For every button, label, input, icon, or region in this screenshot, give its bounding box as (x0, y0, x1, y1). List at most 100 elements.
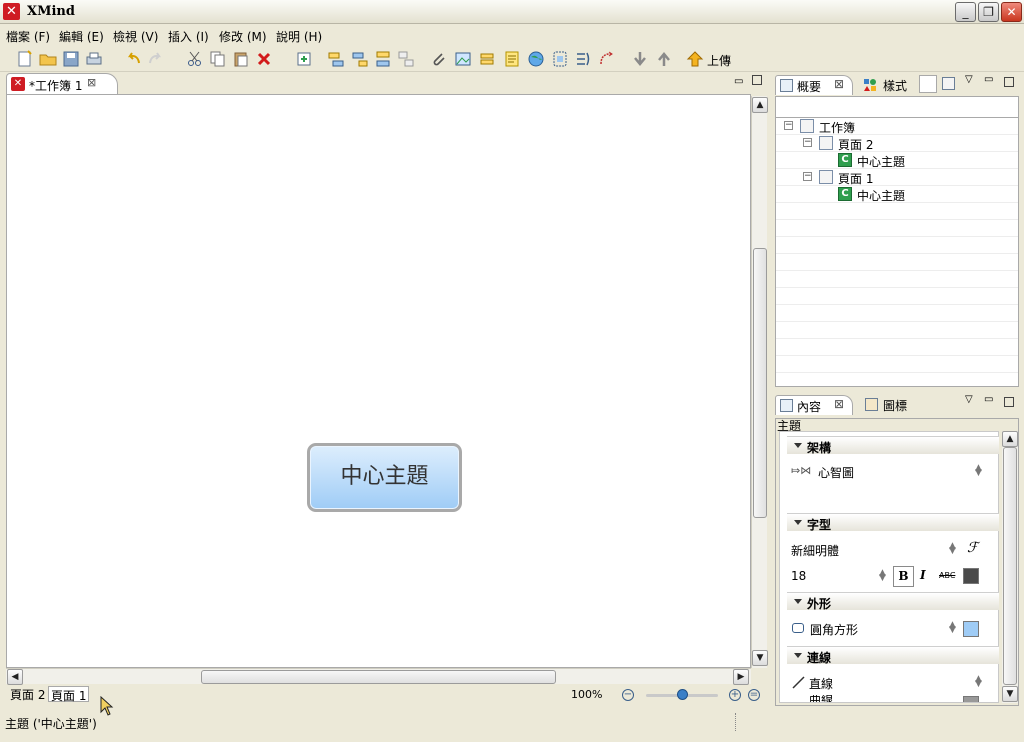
cut-icon[interactable] (186, 50, 204, 68)
tree-row[interactable]: C 中心主題 (776, 186, 1018, 203)
boundary-icon[interactable] (551, 50, 569, 68)
redo-icon[interactable] (147, 50, 165, 68)
close-outline-icon[interactable]: ⊠ (834, 77, 844, 91)
italic-button[interactable]: I (920, 568, 926, 582)
font-size-spinner-icon[interactable]: ▲ ▼ (879, 569, 886, 583)
section-structure[interactable]: 架構 (787, 436, 999, 455)
tree-row[interactable]: − 頁面 2 (776, 135, 1018, 152)
new-icon[interactable] (16, 50, 34, 68)
notes-icon[interactable] (503, 50, 521, 68)
undo-icon[interactable] (124, 50, 142, 68)
insert-parent-icon[interactable] (374, 50, 392, 68)
zoom-slider-handle[interactable] (677, 689, 688, 700)
drill-down-icon[interactable] (631, 50, 649, 68)
tree-view-icon[interactable] (942, 77, 955, 90)
relationship-icon[interactable] (598, 50, 616, 68)
collapse-icon[interactable]: − (784, 121, 793, 130)
hyperlink-globe-icon[interactable] (527, 50, 545, 68)
close-properties-icon[interactable]: ⊠ (834, 397, 844, 411)
font-family-spinner-icon[interactable]: ▲ ▼ (949, 542, 956, 556)
structure-row[interactable]: ⤇⋈ 心智圖 ▲ ▼ (787, 463, 999, 481)
label-icon[interactable] (478, 50, 496, 68)
font-color-swatch[interactable] (963, 568, 979, 584)
image-icon[interactable] (454, 50, 472, 68)
attachment-icon[interactable] (430, 50, 448, 68)
floating-topic-icon[interactable] (397, 50, 415, 68)
properties-scrollbar[interactable]: ▲ ▼ (1002, 431, 1018, 703)
tree-row[interactable]: − 工作簿 (776, 118, 1018, 135)
tab-styles[interactable]: 樣式 (861, 75, 921, 95)
menu-help[interactable]: 說明 (H) (276, 28, 322, 45)
font-dialog-button[interactable]: ℱ (967, 540, 978, 556)
scroll-down-icon[interactable]: ▼ (1002, 686, 1018, 702)
minimize-view-icon[interactable]: ▭ (734, 76, 743, 87)
section-shape[interactable]: 外形 (787, 592, 999, 611)
maximize-properties-icon[interactable] (1004, 397, 1014, 407)
editor-tab-workbook[interactable]: ✕ *工作簿 1 ⊠ (6, 73, 118, 94)
horizontal-scroll-thumb[interactable] (201, 670, 556, 684)
close-button[interactable]: ✕ (1001, 2, 1022, 22)
scroll-down-icon[interactable]: ▼ (752, 650, 768, 666)
font-size-value[interactable]: 18 (791, 569, 806, 583)
zoom-in-icon[interactable]: + (729, 689, 741, 701)
line-color-swatch[interactable] (963, 696, 979, 702)
close-tab-icon[interactable]: ⊠ (87, 76, 96, 89)
scroll-left-icon[interactable]: ◀ (7, 669, 23, 685)
maximize-outline-icon[interactable] (1004, 77, 1014, 87)
view-menu-icon[interactable]: ▽ (965, 394, 973, 405)
line-row[interactable]: 直線 ▲ ▼ (787, 674, 999, 692)
zoom-out-icon[interactable]: − (622, 689, 634, 701)
bold-button[interactable]: B (893, 566, 914, 587)
view-menu-icon[interactable]: ▽ (965, 74, 973, 85)
central-topic-node[interactable]: 中心主題 (307, 443, 462, 512)
sheet-tab-page-2[interactable]: 頁面 2 (8, 686, 47, 702)
tab-outline[interactable]: 概要 ⊠ (775, 75, 853, 95)
maximize-view-icon[interactable] (752, 75, 762, 85)
outline-view-icon[interactable] (919, 75, 937, 93)
scroll-up-icon[interactable]: ▲ (1002, 431, 1018, 447)
structure-spinner-icon[interactable]: ▲ ▼ (975, 464, 982, 478)
minimize-outline-icon[interactable]: ▭ (984, 74, 993, 85)
shape-spinner-icon[interactable]: ▲ ▼ (949, 621, 956, 635)
strikethrough-button[interactable]: ABC (939, 571, 955, 580)
topic-properties-icon[interactable] (295, 50, 313, 68)
vertical-scrollbar[interactable]: ▲ ▼ (751, 96, 768, 668)
menu-file[interactable]: 檔案 (F) (6, 28, 50, 45)
section-line[interactable]: 連線 (787, 646, 999, 665)
copy-icon[interactable] (209, 50, 227, 68)
open-folder-icon[interactable] (39, 50, 57, 68)
properties-scroll-thumb[interactable] (1003, 447, 1017, 685)
menu-view[interactable]: 檢視 (V) (113, 28, 158, 45)
font-family-row[interactable]: 新細明體 ▲ ▼ ℱ (787, 540, 999, 559)
tab-properties[interactable]: 內容 ⊠ (775, 395, 853, 415)
minimize-properties-icon[interactable]: ▭ (984, 394, 993, 405)
insert-subtopic-icon[interactable] (351, 50, 369, 68)
menu-edit[interactable]: 編輯 (E) (59, 28, 104, 45)
horizontal-scrollbar[interactable]: ◀ ▶ (6, 668, 751, 685)
zoom-reset-icon[interactable]: = (748, 689, 760, 701)
restore-button[interactable]: ❐ (978, 2, 999, 22)
collapse-icon[interactable]: − (803, 138, 812, 147)
menu-insert[interactable]: 插入 (I) (168, 28, 209, 45)
menu-modify[interactable]: 修改 (M) (219, 28, 267, 45)
vertical-scroll-thumb[interactable] (753, 248, 767, 518)
summary-icon[interactable] (574, 50, 592, 68)
scroll-up-icon[interactable]: ▲ (752, 97, 768, 113)
sheet-tab-page-1[interactable]: 頁面 1 (48, 686, 90, 703)
delete-icon[interactable] (255, 50, 273, 68)
upload-button[interactable]: 上傳 (707, 52, 731, 69)
upload-icon[interactable] (686, 50, 704, 68)
tree-row[interactable]: C 中心主題 (776, 152, 1018, 169)
fill-color-swatch[interactable] (963, 621, 979, 637)
collapse-icon[interactable]: − (803, 172, 812, 181)
drill-up-icon[interactable] (655, 50, 673, 68)
section-font[interactable]: 字型 (787, 513, 999, 532)
insert-topic-icon[interactable] (327, 50, 345, 68)
minimize-button[interactable]: _ (955, 2, 976, 22)
mind-map-canvas[interactable]: 中心主題 (6, 94, 751, 668)
print-icon[interactable] (85, 50, 103, 68)
paste-icon[interactable] (232, 50, 250, 68)
tree-row[interactable]: − 頁面 1 (776, 169, 1018, 186)
line-spinner-icon[interactable]: ▲ ▼ (975, 675, 982, 689)
scroll-right-icon[interactable]: ▶ (733, 669, 749, 685)
